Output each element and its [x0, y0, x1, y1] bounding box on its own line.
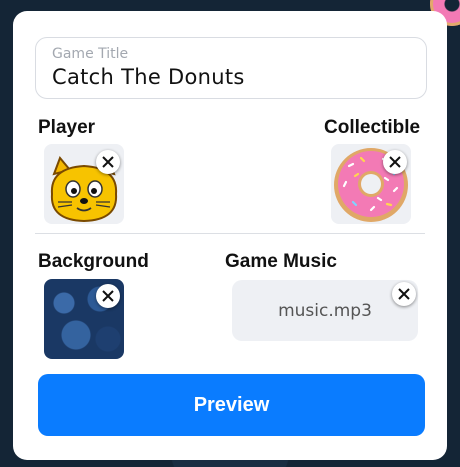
remove-collectible-button[interactable]	[383, 150, 407, 174]
preview-button-label: Preview	[193, 393, 270, 416]
player-label: Player	[38, 117, 96, 138]
music-file-box[interactable]: music.mp3	[232, 280, 418, 341]
game-settings-card: Game Title Catch The Donuts Player Colle…	[13, 11, 447, 460]
remove-music-button[interactable]	[392, 282, 416, 306]
background-label: Background	[38, 251, 149, 272]
collectible-label: Collectible	[324, 117, 421, 138]
close-icon	[398, 288, 410, 300]
remove-background-button[interactable]	[96, 284, 120, 308]
game-title-field[interactable]: Game Title Catch The Donuts	[35, 37, 427, 99]
close-icon	[102, 290, 114, 302]
close-icon	[102, 156, 114, 168]
section-divider	[35, 233, 425, 234]
music-file-name: music.mp3	[278, 300, 372, 321]
close-icon	[389, 156, 401, 168]
game-title-input[interactable]: Catch The Donuts	[52, 65, 245, 89]
preview-button[interactable]: Preview	[38, 374, 425, 436]
game-music-label: Game Music	[225, 251, 337, 272]
remove-player-button[interactable]	[96, 150, 120, 174]
game-title-label: Game Title	[52, 46, 129, 62]
